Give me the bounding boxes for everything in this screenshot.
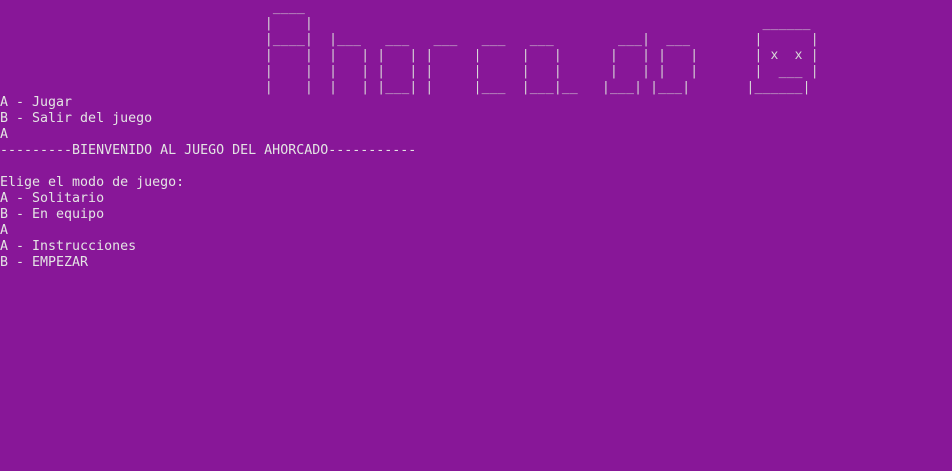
banner-line: | | | | |___| | |___ |___|__ |___| |___|… — [0, 79, 875, 95]
user-input-menu[interactable]: A — [0, 127, 8, 143]
banner-line: | | ______ — [0, 15, 891, 31]
mode-option-solitario: A - Solitario — [0, 191, 105, 206]
banner-line: |____| |___ ___ ___ ___ ___ ___| ___ | | — [0, 31, 883, 47]
menu-option-jugar: A - Jugar — [0, 95, 73, 110]
menu-option-instrucciones: A - Instrucciones — [0, 239, 137, 254]
mode-option-equipo: B - En equipo — [0, 207, 105, 222]
welcome-banner: ---------BIENVENIDO AL JUEGO DEL AHORCAD… — [0, 143, 417, 158]
menu-option-salir: B - Salir del juego — [0, 111, 153, 126]
ascii-banner-ahorcado: ____ | | ______ |____| |___ ___ ___ ___ … — [0, 0, 891, 95]
banner-line: | | | | | | | | | | | | | | | x x | — [0, 47, 883, 63]
user-input-mode[interactable]: A — [0, 223, 8, 239]
banner-line: ____ — [0, 0, 883, 15]
mode-prompt: Elige el modo de juego: — [0, 175, 185, 190]
menu-option-empezar: B - EMPEZAR — [0, 255, 89, 270]
banner-line: | | | | | | | | | | | | | | | ___ | — [0, 63, 883, 79]
console-window: ____ | | ______ |____| |___ ___ ___ ___ … — [0, 0, 952, 471]
